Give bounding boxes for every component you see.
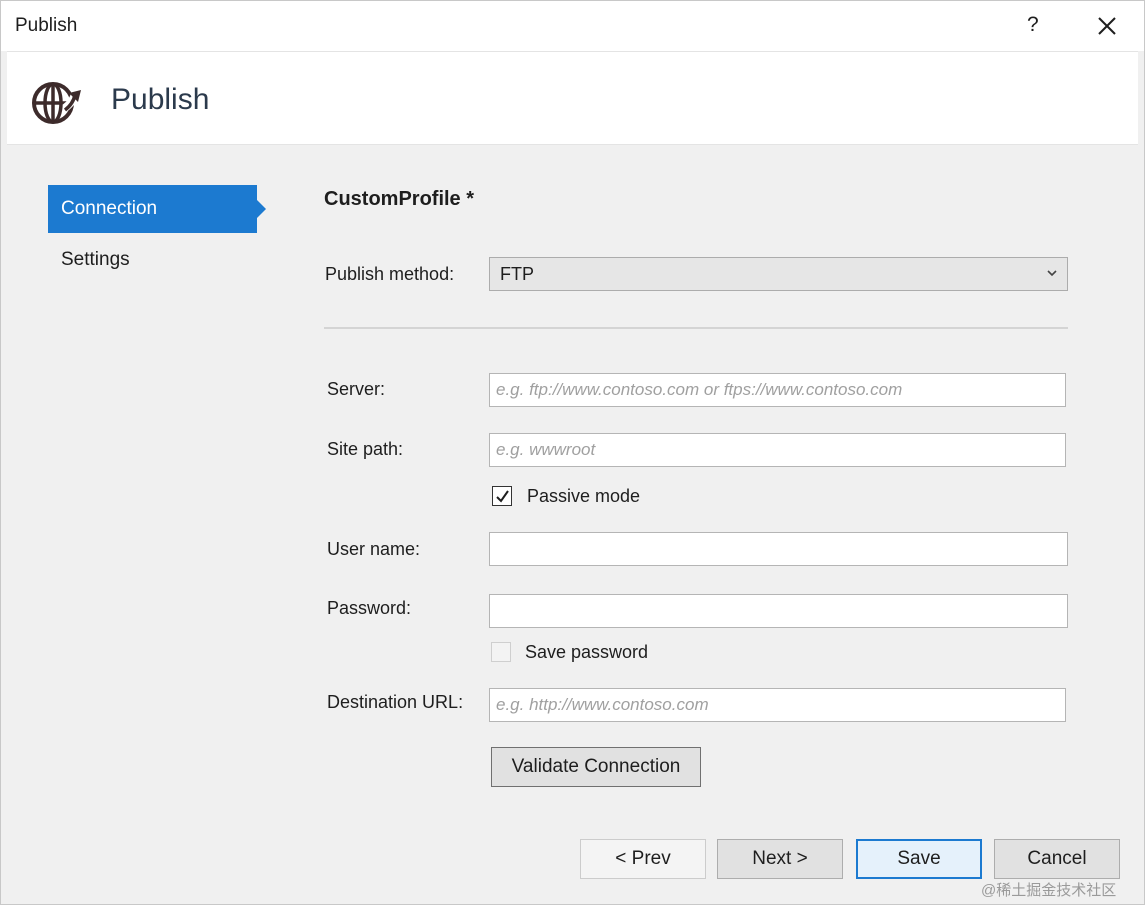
user-name-label: User name: <box>327 539 421 559</box>
close-icon <box>1098 17 1116 35</box>
header-banner: Publish <box>7 51 1138 145</box>
save-password-checkbox[interactable] <box>491 642 511 662</box>
nav-item-connection[interactable]: Connection <box>48 185 266 233</box>
publish-method-label: Publish method: <box>325 264 455 284</box>
globe-publish-icon <box>29 78 85 128</box>
publish-method-value: FTP <box>500 264 534 284</box>
site-path-input[interactable] <box>489 433 1066 467</box>
cancel-button[interactable]: Cancel <box>994 839 1120 879</box>
nav-item-settings[interactable]: Settings <box>48 236 257 284</box>
validate-connection-button[interactable]: Validate Connection <box>491 747 701 787</box>
help-button[interactable]: ? <box>1027 13 1039 37</box>
destination-url-input[interactable] <box>489 688 1066 722</box>
header-title: Publish <box>111 83 210 116</box>
profile-title: CustomProfile * <box>324 188 475 210</box>
password-label: Password: <box>327 598 412 618</box>
chevron-down-icon <box>1047 270 1057 277</box>
server-input[interactable] <box>489 373 1066 407</box>
prev-button[interactable]: < Prev <box>580 839 706 879</box>
next-button[interactable]: Next > <box>717 839 843 879</box>
password-input[interactable] <box>489 594 1068 628</box>
save-button[interactable]: Save <box>856 839 982 879</box>
publish-method-select[interactable]: FTP <box>489 257 1068 291</box>
window-title: Publish <box>15 15 78 36</box>
destination-url-label: Destination URL: <box>327 692 464 712</box>
site-path-label: Site path: <box>327 439 404 459</box>
passive-mode-checkbox[interactable] <box>492 486 512 506</box>
close-button[interactable] <box>1094 13 1120 39</box>
server-label: Server: <box>327 379 386 399</box>
save-password-label[interactable]: Save password <box>525 642 648 663</box>
publish-dialog: Publish ? Publish Connection Settings Cu… <box>0 0 1145 905</box>
user-name-input[interactable] <box>489 532 1068 566</box>
checkmark-icon <box>496 490 509 503</box>
divider <box>324 327 1068 329</box>
watermark: @稀土掘金技术社区 <box>981 882 1117 899</box>
passive-mode-label[interactable]: Passive mode <box>527 486 640 507</box>
title-bar: Publish ? <box>1 1 1144 51</box>
